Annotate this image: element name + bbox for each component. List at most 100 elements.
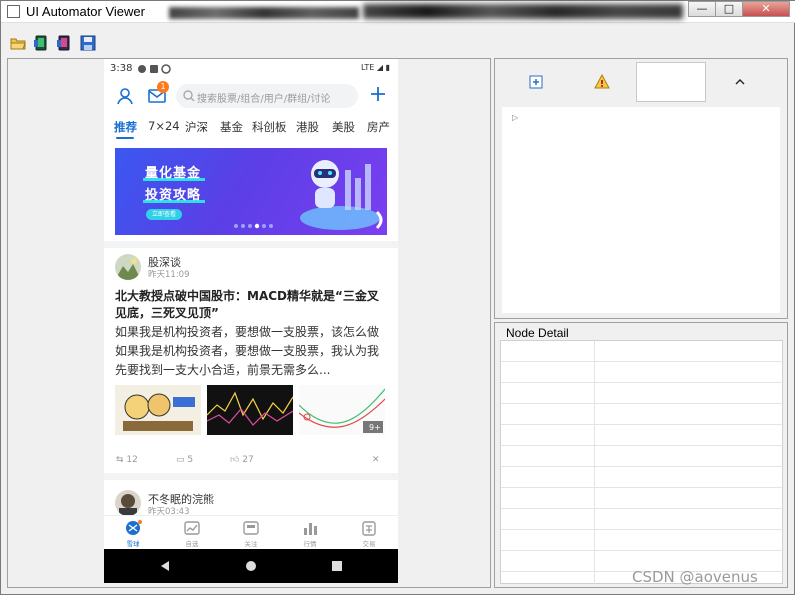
feed-post-2[interactable]: 不冬眠的浣熊 昨天03:43: [104, 480, 398, 517]
nav-following[interactable]: 关注: [231, 520, 271, 548]
search-input[interactable]: 搜索股票/组合/用户/群组/讨论: [176, 84, 358, 108]
watermark: CSDN @aovenus: [632, 568, 758, 586]
carousel-dots: [234, 223, 273, 229]
table-row[interactable]: [501, 509, 784, 530]
network-type: LTE: [361, 63, 375, 72]
nav-watchlist[interactable]: 自选: [172, 520, 212, 548]
nav-market[interactable]: 行情: [290, 520, 330, 548]
like-count: 27: [242, 455, 254, 465]
table-row[interactable]: [501, 362, 784, 383]
close-button[interactable]: ✕: [742, 1, 790, 17]
repost-count: 12: [126, 455, 138, 465]
back-icon[interactable]: [159, 560, 171, 572]
message-badge: 1: [157, 81, 169, 93]
hierarchy-pane: ▷: [494, 58, 788, 319]
comment-count: 5: [187, 455, 194, 465]
recents-icon[interactable]: [331, 560, 343, 572]
table-row[interactable]: [501, 488, 784, 509]
section-divider-2: [104, 473, 398, 480]
repost-button[interactable]: ⇆ 12: [116, 455, 138, 465]
table-row[interactable]: [501, 446, 784, 467]
table-row[interactable]: [501, 404, 784, 425]
snowball-icon: [126, 520, 142, 535]
table-row[interactable]: [501, 425, 784, 446]
promo-banner[interactable]: 量化基金 投资攻略 立即查看: [115, 148, 387, 235]
add-icon[interactable]: [369, 85, 387, 103]
search-placeholder: 搜索股票/组合/用户/群组/讨论: [197, 94, 331, 105]
like-button[interactable]: 👍︎ 27: [230, 455, 254, 465]
search-icon: [183, 90, 195, 102]
minimize-button[interactable]: —: [688, 1, 716, 17]
post-title[interactable]: 北大教授点破中国股市：MACD精华就是“三金叉见底，三死叉见顶”: [115, 288, 389, 322]
dismiss-icon[interactable]: ✕: [372, 455, 380, 465]
main-toolbar: [1, 31, 795, 55]
tree-expand-arrow-icon[interactable]: ▷: [512, 113, 518, 122]
notification-icons: [138, 64, 171, 74]
device-screenshot-compressed-icon[interactable]: [56, 35, 72, 51]
comment-icon: ▭: [176, 455, 185, 465]
tab-hushen[interactable]: 沪深: [185, 119, 208, 135]
table-row[interactable]: [501, 383, 784, 404]
maximize-button[interactable]: □: [715, 1, 743, 17]
watchlist-icon: [184, 521, 200, 535]
app-icon: [7, 5, 20, 18]
post-actions: ⇆ 12 ▭ 5 👍︎ 27 ✕: [104, 455, 398, 471]
chevron-up-icon[interactable]: [732, 74, 748, 90]
tab-recommend[interactable]: 推荐: [114, 119, 137, 135]
table-row[interactable]: [501, 341, 784, 362]
user-icon[interactable]: [115, 86, 135, 106]
avatar-2: [115, 490, 141, 516]
obscured-region-2: [363, 4, 683, 19]
app-header: 1 搜索股票/组合/用户/群组/讨论: [104, 81, 398, 113]
node-detail-title: Node Detail: [506, 326, 569, 340]
tab-fund[interactable]: 基金: [220, 119, 243, 135]
trade-icon: [362, 521, 376, 536]
nav-label: 雪球: [126, 540, 140, 548]
repost-icon: ⇆: [116, 455, 124, 465]
feed-post[interactable]: 股深谈 昨天11:09 北大教授点破中国股市：MACD精华就是“三金叉见底，三死…: [104, 248, 398, 473]
category-tabs: 推荐 7×24 沪深 基金 科创板 港股 美股 房产: [104, 119, 398, 141]
device-screenshot-icon[interactable]: [33, 35, 49, 51]
post-time: 昨天11:09: [148, 270, 190, 280]
post-image-1[interactable]: [115, 385, 201, 435]
obscured-region: [169, 7, 359, 19]
tab-hk-stocks[interactable]: 港股: [296, 119, 319, 135]
node-filter-input[interactable]: [636, 62, 706, 102]
banner-title-2: 投资攻略: [145, 188, 202, 203]
home-icon[interactable]: [245, 560, 257, 572]
avatar: [115, 254, 141, 280]
post-image-2[interactable]: [207, 385, 293, 435]
save-icon[interactable]: [80, 35, 96, 51]
nav-label: 自选: [185, 540, 199, 548]
tab-star-market[interactable]: 科创板: [252, 119, 287, 135]
system-navigation-bar: [104, 549, 398, 583]
open-folder-icon[interactable]: [10, 35, 26, 51]
tab-us-stocks[interactable]: 美股: [332, 119, 355, 135]
status-time: 3:38: [110, 63, 133, 74]
nav-label: 交易: [362, 540, 376, 548]
node-detail-table[interactable]: [500, 340, 784, 585]
post-body[interactable]: 如果我是机构投资者，要想做一支股票，该怎么做 如果我是机构投资者，要想做一支股票…: [115, 323, 389, 380]
market-icon: [304, 523, 317, 535]
title-bar: UI Automator Viewer — □ ✕: [1, 1, 795, 23]
tab-real-estate[interactable]: 房产: [367, 119, 390, 135]
tab-7x24[interactable]: 7×24: [148, 119, 180, 133]
app-window: UI Automator Viewer — □ ✕ 3:38 LTE ◢ ▮ 1…: [0, 0, 795, 595]
banner-title-1: 量化基金: [145, 166, 202, 181]
hierarchy-tree[interactable]: ▷: [502, 107, 780, 313]
bottom-navigation: 雪球 自选 关注 行情 交易: [104, 515, 398, 549]
nav-snowball[interactable]: 雪球: [113, 520, 153, 548]
table-row[interactable]: [501, 467, 784, 488]
window-title: UI Automator Viewer: [26, 4, 145, 19]
image-count-badge: 9+: [369, 423, 381, 432]
following-icon: [243, 521, 259, 535]
banner-cta-button[interactable]: 立即查看: [146, 209, 182, 220]
expand-all-icon[interactable]: [528, 74, 544, 90]
device-screenshot[interactable]: 3:38 LTE ◢ ▮ 1 搜索股票/组合/用户/群组/讨论 推荐 7×24 …: [104, 59, 398, 583]
robot-illustration: [300, 160, 383, 230]
nav-label: 行情: [303, 540, 317, 548]
nav-trade[interactable]: 交易: [349, 520, 389, 548]
warning-icon[interactable]: [594, 74, 610, 90]
table-row[interactable]: [501, 530, 784, 551]
comment-button[interactable]: ▭ 5: [176, 455, 193, 465]
